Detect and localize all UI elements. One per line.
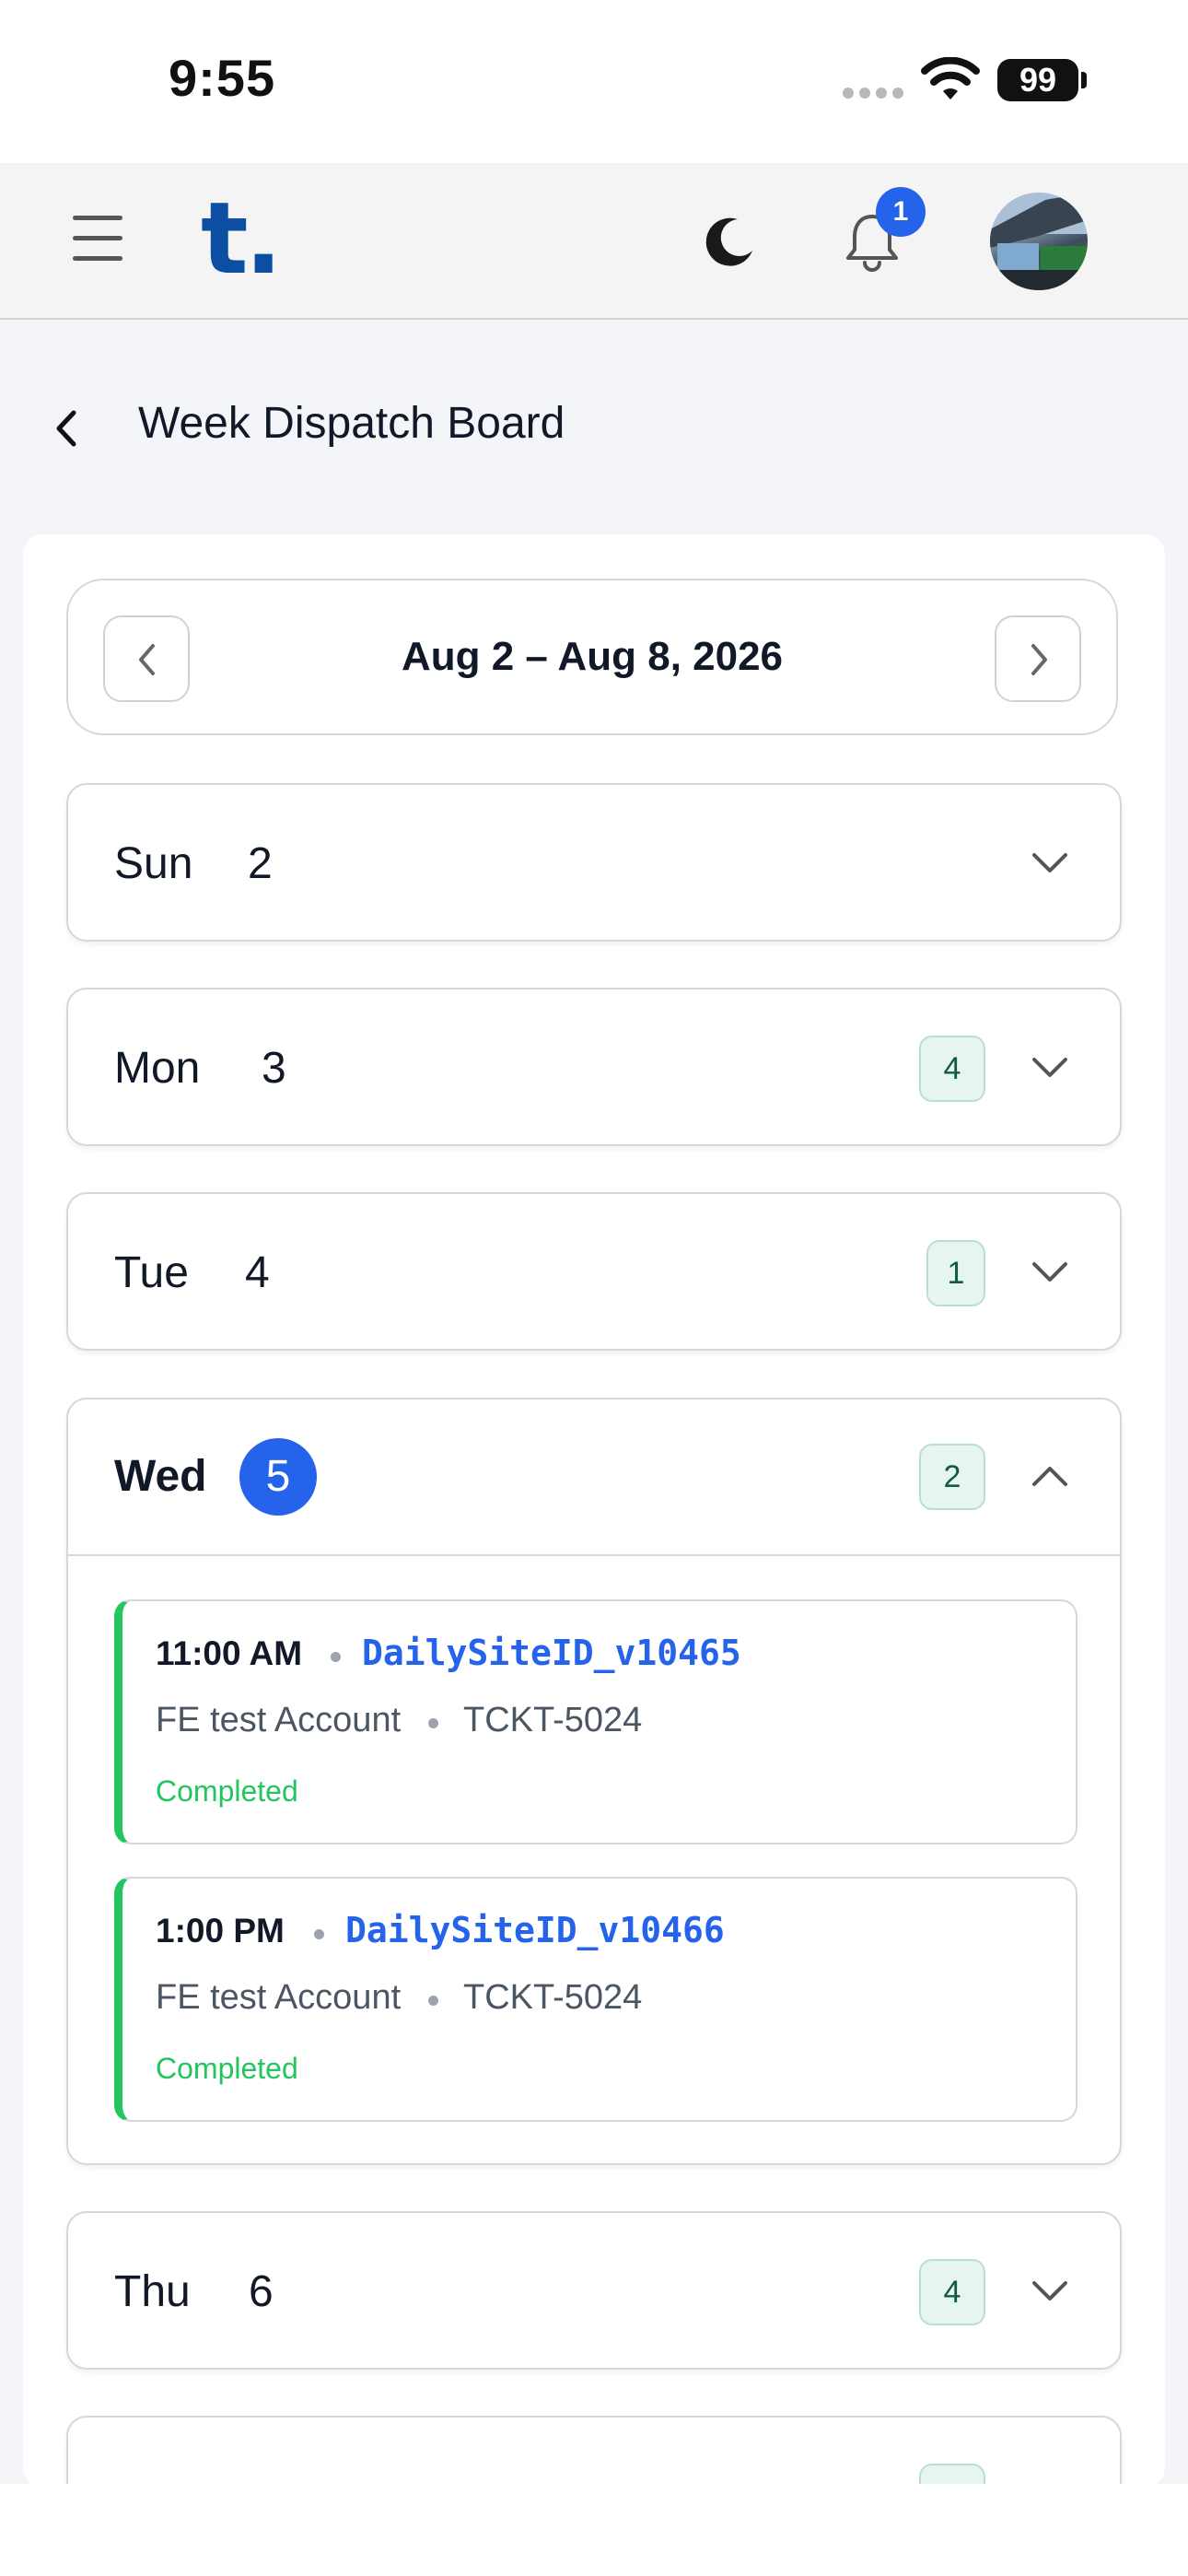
today-number-badge: 5 [239, 1438, 317, 1516]
separator-dot [331, 1652, 341, 1662]
chevron-down-icon [1032, 1262, 1067, 1282]
chevron-down-icon [1032, 1058, 1067, 1077]
chevron-down-icon [1032, 2281, 1067, 2301]
day-number: 3 [262, 1044, 286, 1093]
day-row-sun[interactable]: Sun 2 [66, 783, 1122, 942]
job-count-badge: 2 [919, 1444, 985, 1510]
chevron-right-icon [1031, 644, 1047, 675]
job-count-badge: 4 [919, 2259, 985, 2325]
bottom-safe-area [0, 2484, 1188, 2576]
day-name: Sun [114, 839, 193, 888]
status-bar: 9:55 99 [0, 0, 1188, 163]
ticket-time: 11:00 AM [156, 1634, 303, 1672]
back-chevron-icon[interactable] [48, 405, 85, 451]
logo-letter: t [201, 181, 249, 297]
day-row-mon[interactable]: Mon 3 4 [66, 988, 1122, 1146]
separator-dot [314, 1929, 324, 1939]
day-header-wed[interactable]: Wed 5 2 [68, 1399, 1120, 1556]
battery-nub [1081, 72, 1087, 88]
ticket-card[interactable]: 1:00 PM DailySiteID_v10466 FE test Accou… [114, 1877, 1077, 2122]
status-time: 9:55 [169, 49, 276, 107]
battery-level: 99 [997, 59, 1078, 101]
job-count-badge: 1 [926, 1240, 985, 1306]
ticket-number: TCKT-5024 [463, 1701, 643, 1739]
day-name: Mon [114, 1044, 201, 1093]
dark-mode-moon-icon[interactable] [705, 216, 756, 267]
status-label: Completed [156, 1774, 298, 1808]
day-row-thu[interactable]: Thu 6 4 [66, 2211, 1122, 2370]
day-number: 4 [245, 1248, 270, 1297]
next-week-button[interactable] [995, 615, 1081, 702]
wifi-icon [921, 57, 980, 100]
day-name: Wed [114, 1452, 207, 1501]
chevron-up-icon [1032, 1467, 1067, 1486]
ticket-time: 1:00 PM [156, 1912, 285, 1950]
separator-dot [428, 1718, 438, 1728]
ticket-card[interactable]: 11:00 AM DailySiteID_v10465 FE test Acco… [114, 1599, 1077, 1844]
job-count-badge: 4 [919, 1036, 985, 1102]
brand-logo[interactable]: t. [201, 181, 283, 297]
ticket-number: TCKT-5024 [463, 1978, 643, 2017]
week-navigator: Aug 2 – Aug 8, 2026 [66, 579, 1118, 735]
hamburger-menu-icon[interactable] [69, 214, 126, 262]
user-avatar[interactable] [990, 193, 1088, 290]
page-title: Week Dispatch Board [138, 399, 565, 448]
top-app-bar: t. 1 [0, 163, 1188, 320]
separator-dot [428, 1996, 438, 2006]
avatar-photo-icon [990, 193, 1088, 290]
logo-dot: . [244, 181, 283, 297]
day-number: 6 [249, 2267, 274, 2316]
day-name: Thu [114, 2267, 191, 2316]
cellular-signal-icon [843, 88, 903, 99]
status-label: Completed [156, 2052, 298, 2085]
day-row-wed-expanded: Wed 5 2 11:00 AM DailySiteID_v10465 FE t… [66, 1398, 1122, 2165]
chevron-down-icon [1032, 853, 1067, 872]
site-id-link[interactable]: DailySiteID_v10466 [345, 1910, 725, 1950]
day-name: Tue [114, 1248, 189, 1297]
day-number: 2 [248, 839, 273, 888]
day-row-tue[interactable]: Tue 4 1 [66, 1192, 1122, 1351]
account-name: FE test Account [156, 1978, 402, 2017]
account-name: FE test Account [156, 1701, 402, 1739]
site-id-link[interactable]: DailySiteID_v10465 [362, 1633, 741, 1673]
notification-count-badge: 1 [876, 187, 926, 237]
week-range-label: Aug 2 – Aug 8, 2026 [401, 634, 784, 679]
